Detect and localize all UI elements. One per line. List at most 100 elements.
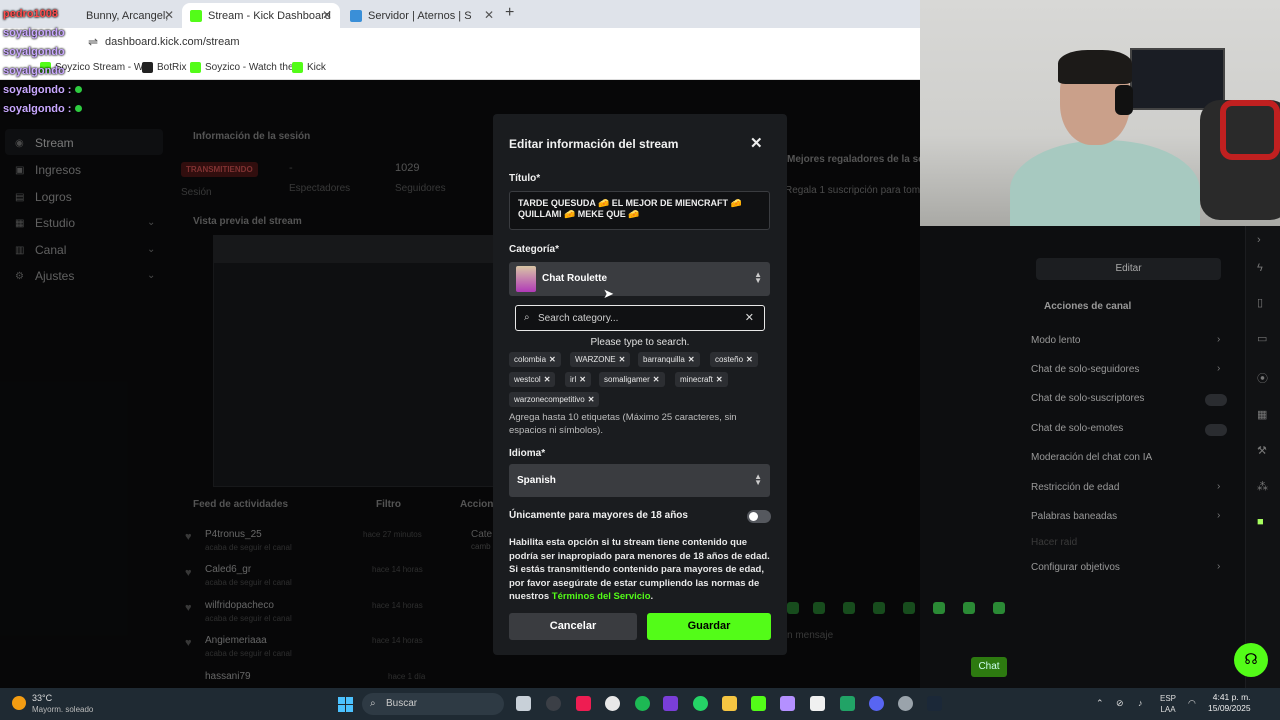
bookmark-kick[interactable]: Kick (292, 62, 326, 73)
remove-icon[interactable]: ✕ (746, 355, 753, 364)
discord-icon[interactable] (869, 696, 884, 711)
excel-icon[interactable] (840, 696, 855, 711)
tab-aternos[interactable]: Servidor | Aternos | Servido ✕ (342, 3, 502, 28)
kick-icon (190, 9, 202, 22)
close-icon[interactable]: ✕ (484, 8, 494, 22)
adult-only-toggle[interactable] (747, 510, 771, 523)
remove-icon[interactable]: ✕ (619, 355, 626, 364)
tag-label: costeño (715, 355, 744, 364)
tag-chip[interactable]: costeño ✕ (710, 352, 758, 367)
action-emotes-only[interactable]: Chat de solo-emotes (1031, 423, 1123, 434)
emotes-only-toggle[interactable] (1205, 424, 1227, 436)
tag-chip[interactable]: minecraft ✕ (675, 372, 728, 387)
tiktok-icon[interactable] (576, 696, 591, 711)
task-view-icon[interactable] (516, 696, 531, 711)
tab-bunny[interactable]: Bunny, Arcangel, De L ✕ (70, 3, 182, 28)
whatsapp-icon[interactable] (693, 696, 708, 711)
chrome-icon[interactable] (605, 696, 620, 711)
action-followers-only[interactable]: Chat de solo-seguidores (1031, 364, 1139, 375)
weather-desc: Mayorm. soleado (32, 705, 94, 714)
wifi-icon[interactable]: ◠ (1188, 698, 1196, 709)
category-select[interactable]: Chat Roulette ▲ ▼ (509, 262, 770, 296)
title-field[interactable]: TARDE QUESUDA 🧀 EL MEJOR DE MIENCRAFT 🧀 … (509, 191, 770, 230)
broadcast-icon[interactable]: ⦿ (1257, 370, 1268, 386)
category-search-input[interactable]: ⌕ Search category... ✕ (515, 305, 765, 331)
bolt-icon[interactable]: ϟ (1257, 262, 1263, 274)
clear-icon[interactable]: ✕ (745, 311, 754, 324)
app-icon[interactable] (810, 696, 825, 711)
chevron-up-icon[interactable]: ⌃ (1096, 698, 1104, 709)
bookmark-soyzico-watch[interactable]: Soyzico - Watch the... (190, 62, 302, 73)
adult-only-description: Habilita esta opción si tu stream tiene … (509, 536, 771, 604)
tag-chip[interactable]: somaligamer ✕ (599, 372, 665, 387)
action-ai-moderation[interactable]: Moderación del chat con IA (1031, 452, 1152, 463)
app-icon[interactable] (780, 696, 795, 711)
weather-widget[interactable]: 33°C Mayorm. soleado (12, 693, 93, 714)
tag-chip[interactable]: warzonecompetitivo ✕ (509, 392, 600, 407)
emote-icon[interactable] (993, 602, 1005, 614)
grid-icon[interactable]: ▦ (1257, 408, 1267, 421)
action-raid[interactable]: Hacer raid (1031, 537, 1077, 548)
start-button[interactable] (338, 697, 353, 712)
clapper-icon[interactable]: ■ (1257, 516, 1264, 528)
tag-label: minecraft (680, 375, 713, 384)
tag-chip[interactable]: WARZONE ✕ (570, 352, 631, 367)
share-icon[interactable]: ⁂ (1257, 480, 1268, 493)
tag-chip[interactable]: irl ✕ (565, 372, 591, 387)
close-icon[interactable]: ✕ (750, 134, 763, 152)
chat-icon[interactable]: ▭ (1257, 332, 1267, 345)
close-icon[interactable]: ✕ (322, 8, 332, 22)
remove-icon[interactable]: ✕ (579, 375, 586, 384)
clip-icon[interactable]: ▯ (1257, 296, 1263, 309)
folder-icon[interactable] (722, 696, 737, 711)
subscribers-only-toggle[interactable] (1205, 394, 1227, 406)
toggle-knob (749, 512, 758, 521)
app-icon[interactable] (751, 696, 766, 711)
close-icon[interactable]: ✕ (164, 8, 174, 22)
tab-app-icon[interactable] (663, 696, 678, 711)
language-indicator[interactable]: ESP LAA (1160, 693, 1176, 715)
taskbar-search[interactable]: ⌕ Buscar (362, 693, 504, 715)
action-subscribers-only[interactable]: Chat de solo-suscriptores (1031, 393, 1144, 404)
category-value: Chat Roulette (542, 273, 607, 284)
edit-button[interactable]: Editar (1036, 258, 1221, 280)
terms-link[interactable]: Términos del Servicio (552, 591, 651, 602)
remove-icon[interactable]: ✕ (549, 355, 556, 364)
emote-icon[interactable] (933, 602, 945, 614)
support-button[interactable]: ☊ (1234, 643, 1268, 677)
emote-icon[interactable] (963, 602, 975, 614)
action-age-restriction[interactable]: Restricción de edad (1031, 482, 1119, 493)
wrench-icon[interactable]: ⚒ (1257, 444, 1267, 457)
remove-icon[interactable]: ✕ (653, 375, 660, 384)
action-slow-mode[interactable]: Modo lento (1031, 335, 1080, 346)
network-icon[interactable]: ⊘ (1116, 698, 1124, 709)
new-tab-button[interactable]: + (505, 4, 514, 22)
mic-icon[interactable]: ♪ (1138, 698, 1143, 708)
site-info-icon[interactable]: ⇌ (88, 35, 98, 49)
settings-icon[interactable] (898, 696, 913, 711)
remove-icon[interactable]: ✕ (588, 395, 595, 404)
chevron-icon[interactable]: › (1257, 234, 1261, 246)
chat-send-button[interactable]: Chat (971, 657, 1007, 677)
clock[interactable]: 4:41 p. m. 15/09/2025 (1208, 692, 1251, 714)
tab-kick-dashboard[interactable]: Stream - Kick Dashboard ✕ (182, 3, 340, 28)
cancel-button[interactable]: Cancelar (509, 613, 637, 640)
url-field[interactable]: dashboard.kick.com/stream (105, 36, 240, 48)
tag-chip[interactable]: colombia ✕ (509, 352, 561, 367)
tag-chip[interactable]: barranquilla ✕ (638, 352, 700, 367)
save-button[interactable]: Guardar (647, 613, 771, 640)
emote-icon (75, 86, 83, 93)
obs-icon[interactable] (546, 696, 561, 711)
search-icon: ⌕ (524, 312, 530, 323)
steam-icon[interactable] (927, 696, 942, 711)
action-banned-words[interactable]: Palabras baneadas (1031, 511, 1117, 522)
action-goals[interactable]: Configurar objetivos (1031, 562, 1120, 573)
bookmark-botrix[interactable]: BotRix (142, 62, 186, 73)
search-hint: Please type to search. (590, 337, 690, 348)
language-select[interactable]: Spanish ▲ ▼ (509, 464, 770, 497)
tag-chip[interactable]: westcol ✕ (509, 372, 556, 387)
spotify-icon[interactable] (635, 696, 650, 711)
remove-icon[interactable]: ✕ (544, 375, 551, 384)
remove-icon[interactable]: ✕ (688, 355, 695, 364)
remove-icon[interactable]: ✕ (716, 375, 723, 384)
